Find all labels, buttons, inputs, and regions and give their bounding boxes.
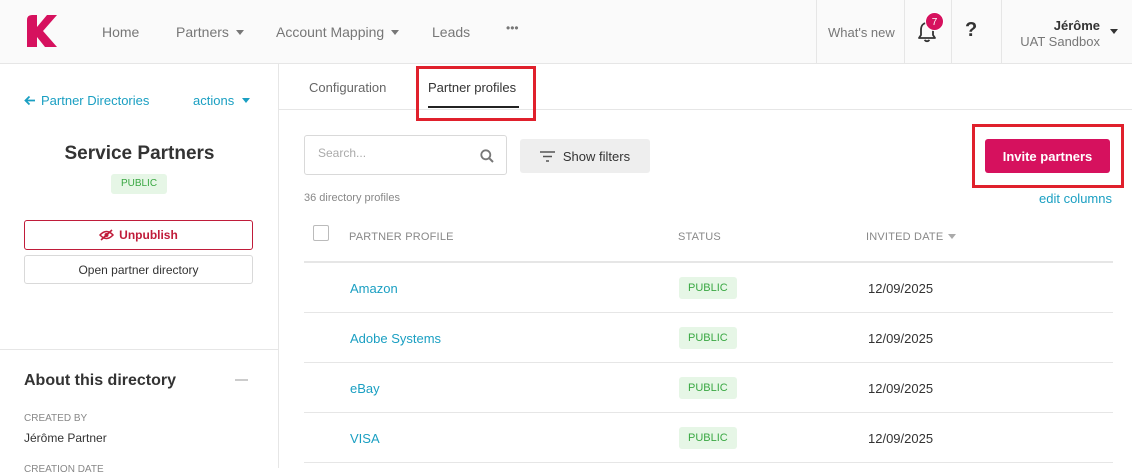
- sort-down-icon: [948, 234, 957, 239]
- eye-off-icon: [99, 229, 115, 241]
- actions-dropdown[interactable]: actions: [193, 93, 251, 108]
- nav-divider: [951, 0, 952, 64]
- status-badge: PUBLIC: [679, 377, 737, 399]
- more-menu-icon[interactable]: •••: [506, 21, 519, 35]
- nav-home[interactable]: Home: [102, 24, 139, 40]
- back-link-label: Partner Directories: [41, 93, 150, 108]
- highlight-box-invite: [972, 124, 1124, 188]
- chevron-down-icon: [242, 98, 251, 103]
- chevron-down-icon[interactable]: [1110, 29, 1118, 34]
- creation-date-label: CREATION DATE: [24, 464, 104, 475]
- created-by-label: CREATED BY: [24, 413, 88, 424]
- invited-date-label: INVITED DATE: [866, 231, 944, 243]
- collapse-icon[interactable]: [235, 379, 248, 381]
- nav-leads[interactable]: Leads: [432, 24, 470, 40]
- nav-home-label: Home: [102, 24, 140, 40]
- status-badge: PUBLIC: [679, 327, 737, 349]
- created-by-value: Jérôme Partner: [24, 431, 107, 445]
- user-org[interactable]: UAT Sandbox: [1000, 34, 1100, 49]
- partner-name-link[interactable]: eBay: [350, 381, 380, 396]
- status-badge: PUBLIC: [679, 277, 737, 299]
- section-divider: [0, 349, 278, 350]
- arrow-left-icon: [24, 95, 35, 106]
- nav-account-mapping[interactable]: Account Mapping: [276, 24, 400, 40]
- tab-bar: Configuration Partner profiles: [279, 64, 1132, 110]
- invited-date: 12/09/2025: [868, 381, 934, 396]
- show-filters-label: Show filters: [562, 148, 631, 164]
- notification-badge: 7: [925, 12, 944, 31]
- column-header-partner-profile[interactable]: PARTNER PROFILE: [349, 231, 454, 243]
- whats-new-link[interactable]: What's new: [828, 25, 895, 40]
- table-row: Amazon PUBLIC 12/09/2025: [304, 263, 1113, 313]
- search-icon[interactable]: [480, 149, 494, 163]
- status-badge: PUBLIC: [111, 174, 167, 194]
- profile-count: 36 directory profiles: [304, 192, 400, 204]
- user-name[interactable]: Jérôme: [1000, 18, 1100, 33]
- open-directory-label: Open partner directory: [78, 262, 199, 277]
- invited-date: 12/09/2025: [868, 281, 934, 296]
- nav-divider: [904, 0, 905, 64]
- table-row: Adobe Systems PUBLIC 12/09/2025: [304, 313, 1113, 363]
- select-all-checkbox[interactable]: [313, 225, 329, 241]
- nav-partners-label: Partners: [176, 24, 229, 40]
- column-header-invited-date[interactable]: INVITED DATE: [866, 231, 957, 243]
- open-directory-button[interactable]: Open partner directory: [24, 255, 253, 284]
- nav-leads-label: Leads: [432, 24, 471, 40]
- partner-name-link[interactable]: VISA: [350, 431, 380, 446]
- chevron-down-icon: [391, 30, 400, 35]
- column-header-status[interactable]: STATUS: [678, 231, 721, 243]
- partner-name-link[interactable]: Amazon: [350, 281, 398, 296]
- partner-name-link[interactable]: Adobe Systems: [350, 331, 441, 346]
- tab-configuration[interactable]: Configuration: [309, 80, 386, 95]
- status-badge: PUBLIC: [679, 427, 737, 449]
- chevron-down-icon: [235, 30, 244, 35]
- search-input[interactable]: [318, 146, 468, 160]
- nav-account-mapping-label: Account Mapping: [276, 24, 385, 40]
- unpublish-label: Unpublish: [119, 228, 178, 242]
- about-section-title: About this directory: [24, 372, 177, 389]
- show-filters-button[interactable]: Show filters: [520, 139, 650, 173]
- invited-date: 12/09/2025: [868, 331, 934, 346]
- invited-date: 12/09/2025: [868, 431, 934, 446]
- table-row: VISA PUBLIC 12/09/2025: [304, 413, 1113, 463]
- help-icon[interactable]: ?: [965, 19, 977, 42]
- filter-icon: [539, 150, 555, 162]
- highlight-box-tab: [416, 66, 536, 121]
- table-row: eBay PUBLIC 12/09/2025: [304, 363, 1113, 413]
- actions-label: actions: [193, 93, 235, 108]
- search-box[interactable]: [304, 135, 507, 175]
- unpublish-button[interactable]: Unpublish: [24, 220, 253, 250]
- back-to-directories-link[interactable]: Partner Directories: [24, 93, 149, 108]
- brand-logo-icon[interactable]: [25, 15, 57, 47]
- directory-title: Service Partners: [64, 143, 215, 164]
- edit-columns-link[interactable]: edit columns: [1039, 191, 1112, 206]
- directory-sidebar: Partner Directories actions Service Part…: [0, 64, 279, 475]
- nav-divider: [816, 0, 817, 64]
- top-nav-bar: Home Partners Account Mapping Leads ••• …: [0, 0, 1132, 64]
- nav-partners[interactable]: Partners: [176, 24, 244, 40]
